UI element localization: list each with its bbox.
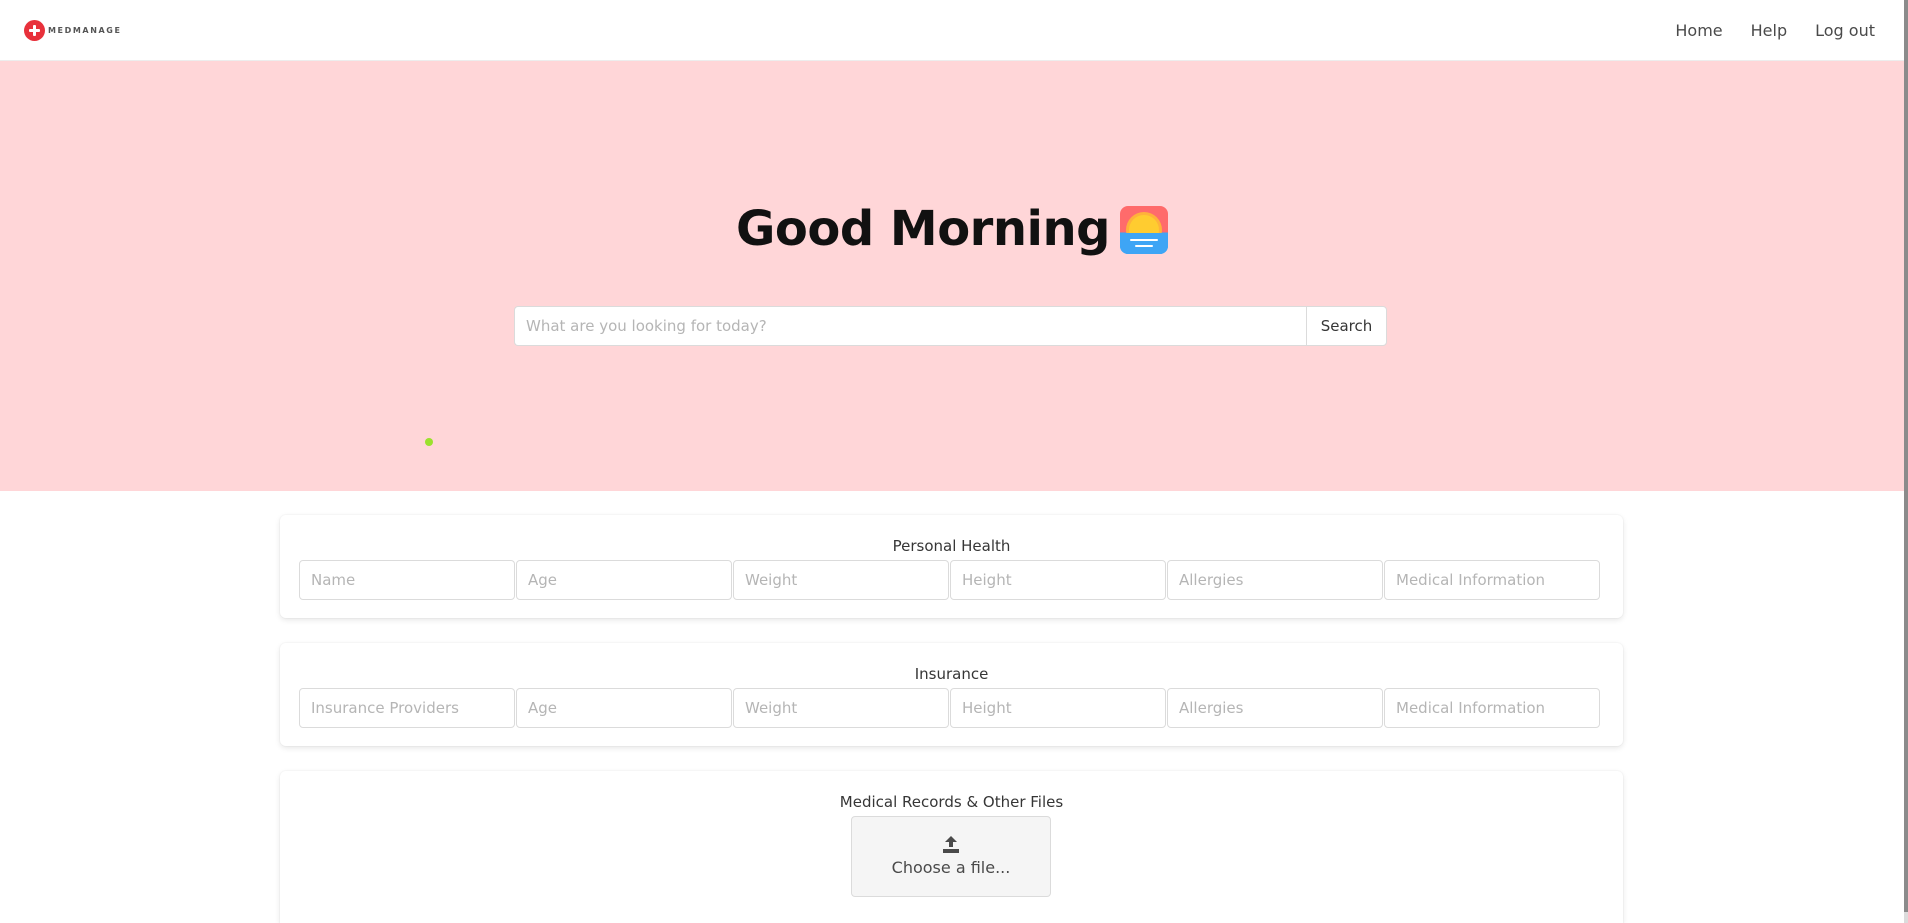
search-bar: Search (514, 306, 1387, 346)
insurance-medical-information-input[interactable] (1384, 688, 1600, 728)
status-dot (425, 438, 433, 446)
choose-file-button[interactable]: Choose a file... (851, 816, 1051, 897)
greeting-title: Good Morning (736, 201, 1111, 257)
insurance-fields (299, 688, 1600, 728)
weight-input[interactable] (733, 560, 949, 600)
personal-health-card: Personal Health (280, 515, 1623, 618)
height-input[interactable] (950, 560, 1166, 600)
insurance-providers-input[interactable] (299, 688, 515, 728)
top-navbar: MEDMANAGE Home Help Log out (0, 0, 1904, 61)
page: MEDMANAGE Home Help Log out Good Morning… (0, 0, 1908, 923)
search-input[interactable] (514, 306, 1306, 346)
insurance-weight-input[interactable] (733, 688, 949, 728)
choose-file-label: Choose a file... (891, 858, 1011, 877)
medical-records-card: Medical Records & Other Files Choose a f… (280, 771, 1623, 923)
personal-health-fields (299, 560, 1600, 600)
insurance-title: Insurance (914, 665, 989, 683)
medical-cross-logo-icon (24, 19, 45, 41)
sunrise-icon (1120, 206, 1168, 254)
brand-name: MEDMANAGE (48, 25, 122, 35)
allergies-input[interactable] (1167, 560, 1383, 600)
insurance-card: Insurance (280, 643, 1623, 746)
upload-icon (943, 836, 959, 854)
insurance-height-input[interactable] (950, 688, 1166, 728)
personal-health-title: Personal Health (892, 537, 1011, 555)
medical-records-title: Medical Records & Other Files (839, 793, 1064, 811)
search-button[interactable]: Search (1306, 306, 1387, 346)
nav-links: Home Help Log out (1672, 21, 1878, 40)
insurance-allergies-input[interactable] (1167, 688, 1383, 728)
nav-logout-link[interactable]: Log out (1812, 21, 1878, 40)
age-input[interactable] (516, 560, 732, 600)
brand[interactable]: MEDMANAGE (24, 19, 122, 41)
name-input[interactable] (299, 560, 515, 600)
insurance-age-input[interactable] (516, 688, 732, 728)
greeting: Good Morning (0, 201, 1904, 257)
hero-section: Good Morning Search (0, 61, 1904, 491)
scrollbar-thumb[interactable] (1904, 0, 1908, 912)
nav-home-link[interactable]: Home (1672, 21, 1725, 40)
page-scrollbar[interactable] (1904, 0, 1908, 923)
medical-information-input[interactable] (1384, 560, 1600, 600)
nav-help-link[interactable]: Help (1748, 21, 1790, 40)
main-content: Personal Health Insurance Medi (0, 491, 1904, 923)
